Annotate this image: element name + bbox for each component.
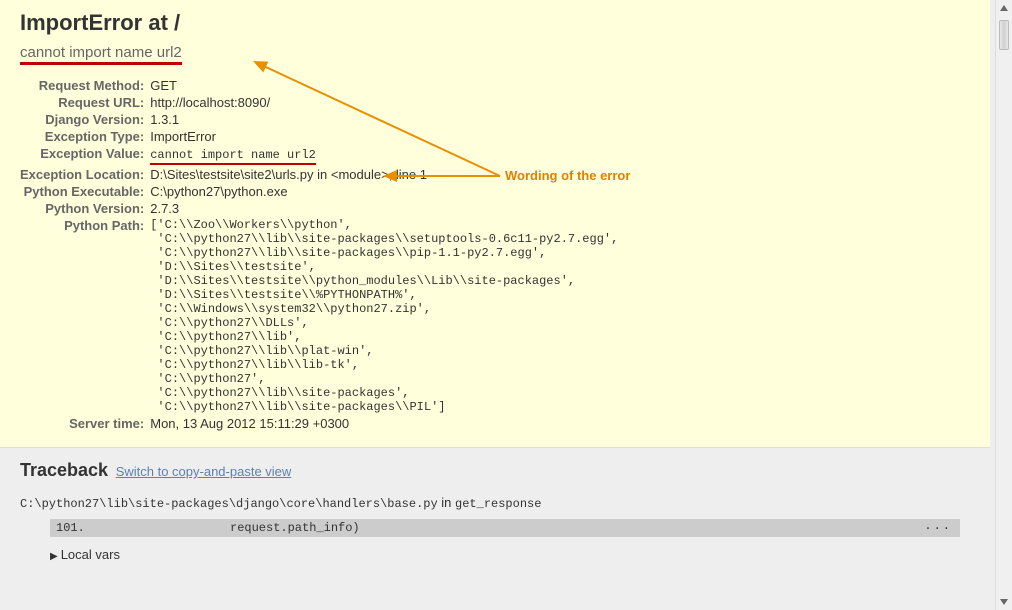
traceback-frame: C:\python27\lib\site-packages\django\cor… bbox=[20, 495, 970, 562]
python-version-label: Python Version: bbox=[20, 200, 150, 217]
code-text: request.path_info) bbox=[100, 521, 360, 535]
triangle-right-icon: ▶ bbox=[50, 551, 58, 562]
python-path-label: Python Path: bbox=[20, 217, 150, 415]
exception-location-value: D:\Sites\testsite\site2\urls.py in <modu… bbox=[150, 166, 618, 183]
vertical-scrollbar[interactable] bbox=[995, 0, 1012, 610]
server-time-label: Server time: bbox=[20, 415, 150, 432]
scroll-thumb[interactable] bbox=[999, 20, 1009, 50]
traceback-heading: Traceback bbox=[20, 460, 108, 480]
frame-location: C:\python27\lib\site-packages\django\cor… bbox=[20, 495, 970, 511]
code-lineno: 101. bbox=[50, 521, 100, 535]
frame-func: get_response bbox=[455, 497, 541, 511]
local-vars-label: Local vars bbox=[61, 547, 120, 562]
local-vars-toggle[interactable]: ▶Local vars bbox=[50, 547, 970, 562]
request-meta-table: Request Method: GET Request URL: http://… bbox=[20, 77, 618, 432]
django-version-value: 1.3.1 bbox=[150, 111, 618, 128]
exception-type-label: Exception Type: bbox=[20, 128, 150, 145]
exception-value-label: Exception Value: bbox=[20, 145, 150, 166]
request-method-label: Request Method: bbox=[20, 77, 150, 94]
django-version-label: Django Version: bbox=[20, 111, 150, 128]
summary-section: ImportError at / cannot import name url2… bbox=[0, 0, 990, 448]
code-ellipsis: ... bbox=[924, 519, 952, 533]
frame-file: C:\python27\lib\site-packages\django\cor… bbox=[20, 497, 438, 511]
frame-in-word: in bbox=[438, 495, 455, 510]
exception-location-label: Exception Location: bbox=[20, 166, 150, 183]
scroll-down-icon bbox=[1000, 599, 1008, 605]
exception-type-value: ImportError bbox=[150, 128, 618, 145]
exception-value: cannot import name url2 bbox=[150, 148, 316, 165]
switch-view-link[interactable]: Switch to copy-and-paste view bbox=[116, 464, 292, 479]
error-type: ImportError at bbox=[20, 10, 174, 35]
python-exe-label: Python Executable: bbox=[20, 183, 150, 200]
request-method-value: GET bbox=[150, 77, 618, 94]
error-path: / bbox=[174, 10, 180, 35]
error-message: cannot import name url2 bbox=[20, 44, 182, 65]
server-time-value: Mon, 13 Aug 2012 15:11:29 +0300 bbox=[150, 415, 618, 432]
python-exe-value: C:\python27\python.exe bbox=[150, 183, 618, 200]
scroll-up-icon bbox=[1000, 5, 1008, 11]
traceback-section: Traceback Switch to copy-and-paste view … bbox=[0, 448, 990, 582]
python-path-value: ['C:\\Zoo\\Workers\\python', 'C:\\python… bbox=[150, 218, 618, 414]
python-version-value: 2.7.3 bbox=[150, 200, 618, 217]
request-url-label: Request URL: bbox=[20, 94, 150, 111]
error-title: ImportError at / bbox=[20, 10, 970, 36]
request-url-value: http://localhost:8090/ bbox=[150, 94, 618, 111]
code-line[interactable]: 101.request.path_info)... bbox=[50, 519, 960, 537]
